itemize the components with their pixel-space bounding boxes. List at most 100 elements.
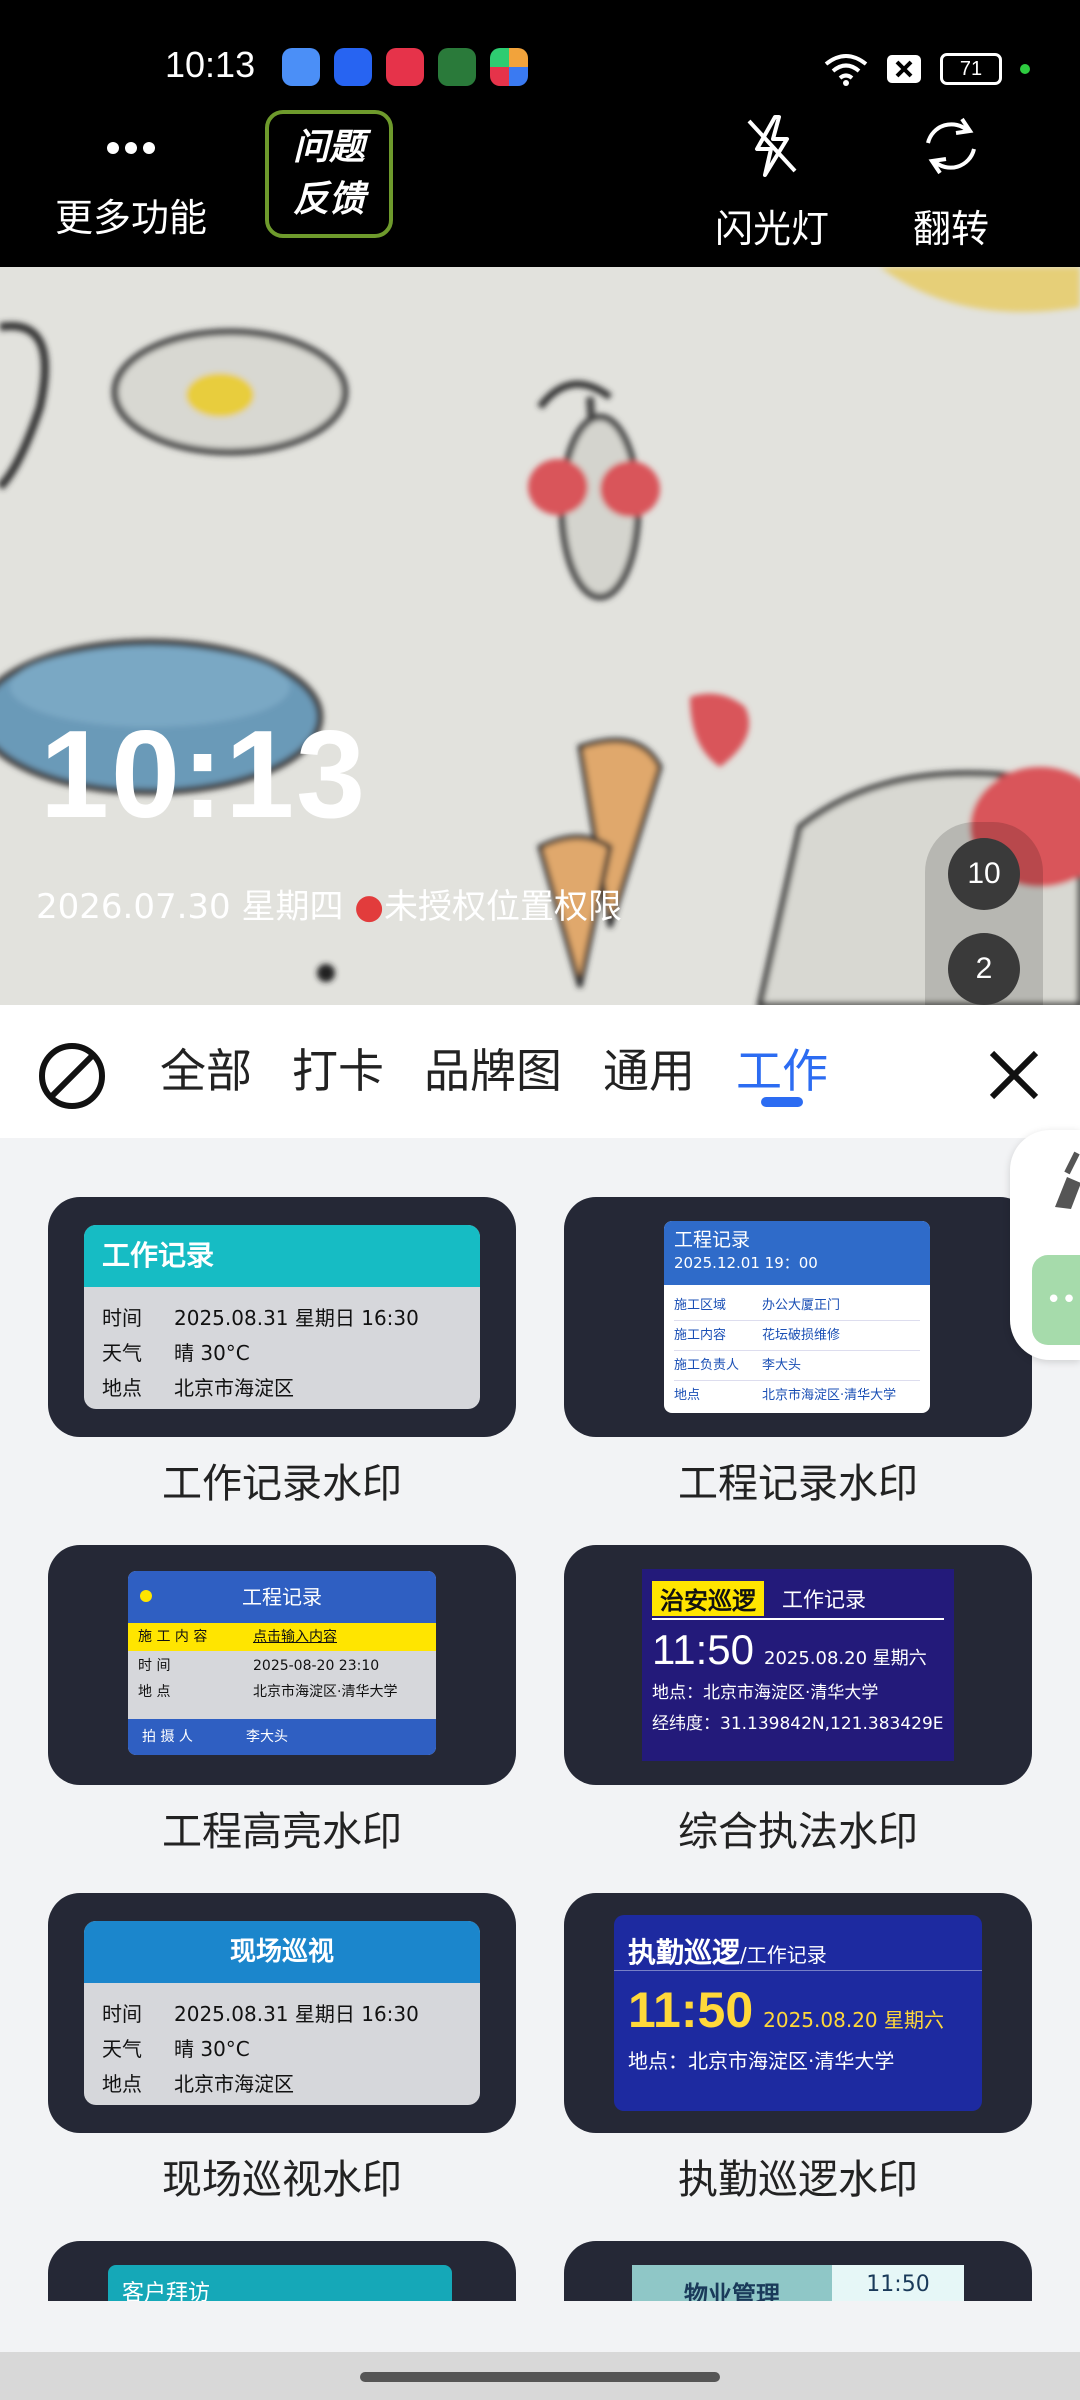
tab-checkin[interactable]: 打卡 bbox=[292, 1035, 384, 1101]
navigation-bar bbox=[0, 2352, 1080, 2400]
row-key: 天气 bbox=[102, 1341, 142, 1365]
property-title: 物业管理 bbox=[632, 2265, 832, 2301]
tab-all[interactable]: 全部 bbox=[160, 1035, 252, 1101]
category-tabs: 全部 打卡 品牌图 通用 工作 bbox=[0, 1005, 1080, 1138]
watermark-card-customer-visit[interactable]: 客户拜访 bbox=[48, 2241, 516, 2301]
feedback-button[interactable]: 问题 反馈 bbox=[265, 110, 393, 238]
video-app-icon bbox=[386, 48, 424, 86]
flip-label: 翻转 bbox=[913, 207, 990, 251]
battery-icon: 71 bbox=[940, 53, 1002, 85]
more-options-chip[interactable]: •• bbox=[1032, 1255, 1080, 1345]
flip-camera-button[interactable]: 翻转 bbox=[913, 111, 989, 253]
patrol-title: 执勤巡逻 bbox=[628, 1936, 741, 1969]
row-key: 施工区域 bbox=[674, 1298, 727, 1313]
close-icon[interactable] bbox=[986, 1047, 1042, 1103]
engineering-title: 工程记录 bbox=[674, 1229, 751, 1251]
site-inspection-title: 现场巡视 bbox=[84, 1921, 480, 1983]
more-dots-icon: •• bbox=[1046, 1285, 1077, 1315]
row-value: 晴 30°C bbox=[174, 2037, 250, 2061]
footer-value: 李大头 bbox=[246, 1729, 288, 1745]
row-key: 施工内容 bbox=[674, 1328, 727, 1343]
row-key: 地点 bbox=[674, 1388, 701, 1403]
watermark-card-site-inspection[interactable]: 现场巡视 时间 2025.08.31 星期日 16:30 天气 晴 30°C 地点 北… bbox=[48, 1893, 516, 2133]
watermark-card-work-record[interactable]: 工作记录 时间 2025.08.31 星期日 16:30 天气 晴 30°C 地点 北… bbox=[48, 1197, 516, 1437]
law-location: 地点：北京市海淀区·清华大学 bbox=[652, 1683, 879, 1703]
watermark-label: 现场巡视水印 bbox=[162, 2157, 402, 2203]
watermark-label: 工程高亮水印 bbox=[162, 1809, 402, 1855]
duty-patrol-preview: 执勤巡逻/工作记录 11:50 2025.08.20 星期六 地点：北京市海淀区… bbox=[614, 1915, 982, 2111]
watermark-card-duty-patrol[interactable]: 执勤巡逻/工作记录 11:50 2025.08.20 星期六 地点：北京市海淀区… bbox=[564, 1893, 1032, 2133]
row-key: 时间 bbox=[102, 2002, 142, 2026]
more-dots-icon bbox=[107, 142, 155, 154]
pinwheel-app-icon bbox=[490, 48, 528, 86]
watermark-card-engineering-highlight[interactable]: 工程记录 施 工 内 容 点击输入内容 时 间 2025-08-20 23:10 地… bbox=[48, 1545, 516, 1785]
status-time: 10:13 bbox=[165, 44, 256, 85]
no-watermark-icon[interactable] bbox=[37, 1041, 107, 1111]
flip-icon bbox=[926, 117, 976, 175]
watermark-date: 2026.07.30 星期四 bbox=[36, 887, 344, 927]
watermark-card-engineering-record[interactable]: 工程记录 2025.12.01 19：00 施工区域 办公大厦正门 施工内容 花坛破… bbox=[564, 1197, 1032, 1437]
row-value: 李大头 bbox=[762, 1358, 802, 1373]
more-functions-button[interactable]: 更多功能 bbox=[55, 135, 207, 242]
row-value: 北京市海淀区·清华大学 bbox=[253, 1684, 398, 1700]
home-indicator[interactable] bbox=[360, 2372, 720, 2382]
engineering-highlight-preview: 工程记录 施 工 内 容 点击输入内容 时 间 2025-08-20 23:10 地… bbox=[128, 1571, 436, 1755]
row-key: 时 间 bbox=[138, 1658, 171, 1674]
flash-button[interactable]: 闪光灯 bbox=[715, 111, 829, 253]
row-key: 地点 bbox=[102, 1376, 142, 1400]
location-pin-icon: ● bbox=[354, 887, 384, 927]
row-key: 天气 bbox=[102, 2037, 142, 2061]
tab-brand[interactable]: 品牌图 bbox=[424, 1035, 562, 1101]
work-record-preview: 工作记录 时间 2025.08.31 星期日 16:30 天气 晴 30°C 地点 北… bbox=[84, 1225, 480, 1409]
row-value: 北京市海淀区 bbox=[174, 2072, 294, 2096]
law-coordinates: 经纬度：31.139842N,121.383429E bbox=[652, 1714, 944, 1734]
watermark-card-property-management[interactable]: 物业管理 11:50 bbox=[564, 2241, 1032, 2301]
row-value: 2025.08.31 星期日 16:30 bbox=[174, 1306, 419, 1330]
app-icon bbox=[334, 48, 372, 86]
watermark-time: 10:13 bbox=[40, 706, 368, 844]
row-key: 施工负责人 bbox=[674, 1358, 740, 1373]
patrol-location: 地点：北京市海淀区·清华大学 bbox=[628, 2049, 895, 2073]
counter-badge-top[interactable]: 10 bbox=[948, 838, 1020, 910]
watermark-label: 工作记录水印 bbox=[162, 1461, 402, 1507]
shield-app-icon bbox=[438, 48, 476, 86]
law-title: 工作记录 bbox=[782, 1587, 866, 1612]
tab-general[interactable]: 通用 bbox=[603, 1035, 695, 1101]
engineering-record-preview: 工程记录 2025.12.01 19：00 施工区域 办公大厦正门 施工内容 花坛破… bbox=[664, 1221, 930, 1413]
watermark-date-line: 2026.07.30 星期四 ●未授权位置权限 bbox=[36, 879, 622, 928]
active-indicator bbox=[1020, 64, 1030, 74]
patrol-date: 2025.08.20 星期六 bbox=[763, 2008, 944, 2032]
row-value: 北京市海淀区·清华大学 bbox=[762, 1388, 897, 1403]
watermark-card-law-enforcement[interactable]: 治安巡逻 工作记录 11:50 2025.08.20 星期六 地点：北京市海淀区… bbox=[564, 1545, 1032, 1785]
patrol-time: 11:50 bbox=[628, 1982, 754, 2038]
law-enforcement-preview: 治安巡逻 工作记录 11:50 2025.08.20 星期六 地点：北京市海淀区… bbox=[642, 1569, 954, 1761]
row-key: 地点 bbox=[102, 2072, 142, 2096]
status-dot bbox=[140, 1590, 152, 1602]
row-value: 晴 30°C bbox=[174, 1341, 250, 1365]
customer-visit-title: 客户拜访 bbox=[108, 2265, 452, 2301]
row-value: 2025-08-20 23:10 bbox=[253, 1658, 380, 1674]
tab-work[interactable]: 工作 bbox=[736, 1035, 828, 1101]
patrol-title-suffix: /工作记录 bbox=[740, 1943, 827, 1967]
flash-label: 闪光灯 bbox=[715, 207, 830, 251]
row-key: 时间 bbox=[102, 1306, 142, 1330]
counter-badge-bottom[interactable]: 2 bbox=[948, 933, 1020, 1005]
notification-icons bbox=[282, 48, 528, 86]
row-key: 地 点 bbox=[138, 1684, 171, 1700]
highlight-value: 点击输入内容 bbox=[253, 1629, 337, 1645]
active-tab-indicator bbox=[761, 1097, 803, 1107]
row-value: 2025.08.31 星期日 16:30 bbox=[174, 2002, 419, 2026]
camera-preview[interactable]: 10:13 2026.07.30 星期四 ●未授权位置权限 10 2 bbox=[0, 267, 1080, 1005]
engineering-subtitle: 2025.12.01 19：00 bbox=[674, 1254, 818, 1272]
row-value: 花坛破损维修 bbox=[762, 1328, 841, 1343]
highlight-key: 施 工 内 容 bbox=[138, 1629, 208, 1645]
floating-side-panel[interactable]: •• bbox=[1010, 1130, 1080, 1360]
feedback-line2: 反馈 bbox=[292, 179, 365, 220]
work-record-title: 工作记录 bbox=[84, 1225, 480, 1287]
property-time: 11:50 bbox=[832, 2265, 964, 2301]
footer-key: 拍 摄 人 bbox=[142, 1729, 193, 1745]
highlight-title: 工程记录 bbox=[242, 1585, 322, 1609]
watermark-location: 未授权位置权限 bbox=[383, 887, 622, 927]
law-date: 2025.08.20 星期六 bbox=[764, 1648, 927, 1669]
wifi-icon bbox=[824, 54, 868, 86]
